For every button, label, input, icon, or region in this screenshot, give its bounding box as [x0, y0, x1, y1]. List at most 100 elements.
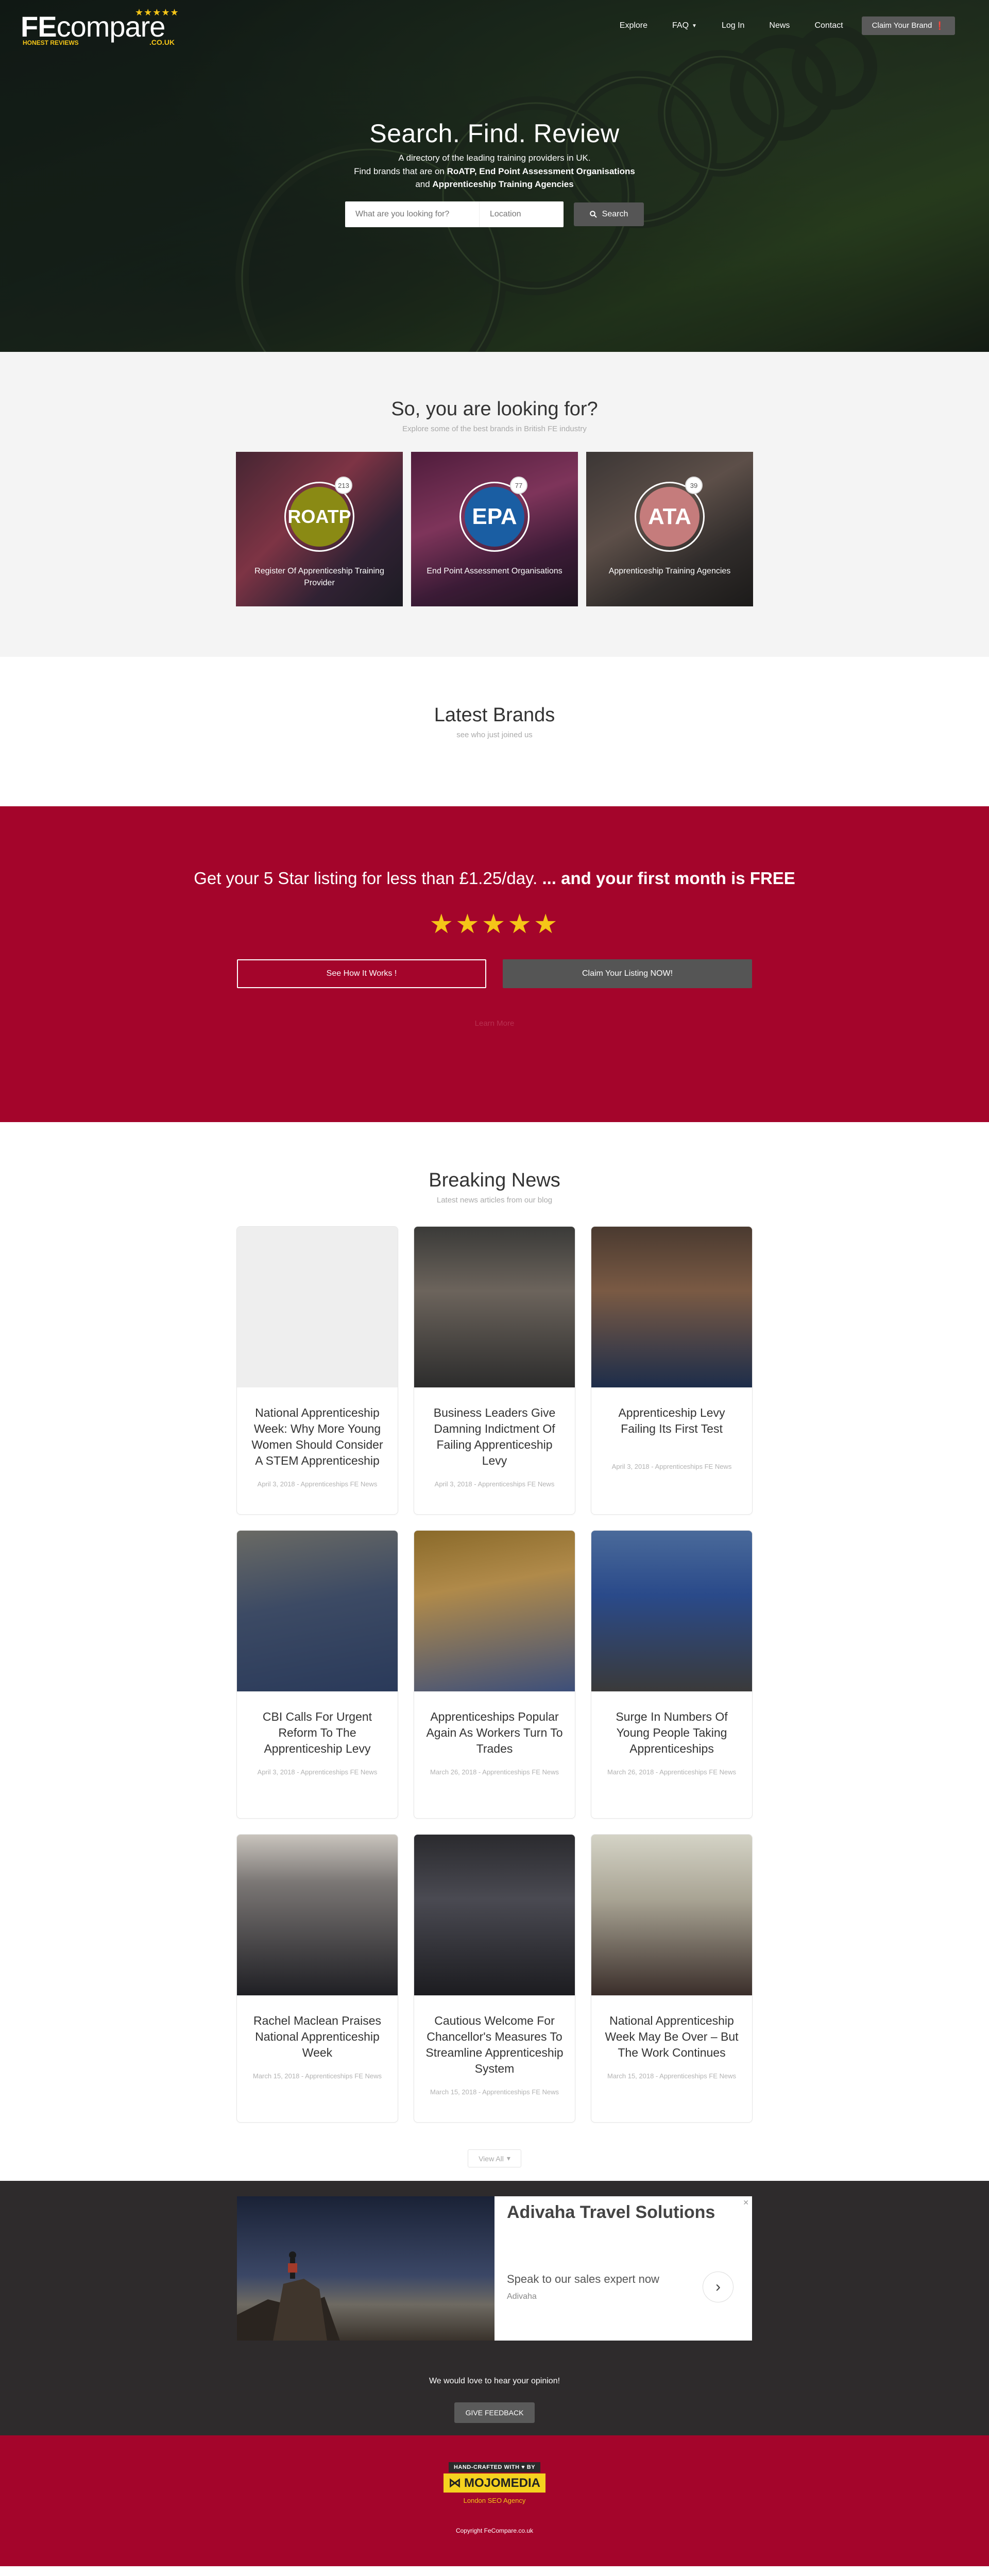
news-image — [591, 1531, 752, 1691]
ad-feedback-section: Adivaha Travel Solutions Speak to our sa… — [0, 2181, 989, 2435]
cta-buttons: See How It Works ! Claim Your Listing NO… — [0, 959, 989, 988]
claim-listing-button[interactable]: Claim Your Listing NOW! — [503, 959, 752, 988]
news-image — [237, 1531, 398, 1691]
news-image — [237, 1835, 398, 1995]
agency-link[interactable]: London SEO Agency — [0, 2497, 989, 2504]
news-meta: March 15, 2018 - Apprenticeships FE News — [430, 2088, 559, 2096]
chevron-right-icon[interactable]: › — [703, 2272, 734, 2302]
ad-brand: Adivaha — [507, 2292, 537, 2301]
handcrafted-label: HAND-CRAFTED WITH ♥ BY — [448, 2462, 541, 2472]
news-subtitle: Latest news articles from our blog — [436, 1196, 553, 1205]
search-input[interactable] — [345, 201, 479, 227]
top-navigation-bar: FEcompare ★★★★★ HONEST REVIEWS .CO.UK Ex… — [0, 0, 989, 52]
logo-domain: .CO.UK — [149, 38, 175, 46]
news-grid: National Apprenticeship Week: Why More Y… — [0, 1226, 989, 2123]
news-card[interactable]: Surge In Numbers Of Young People Taking … — [591, 1530, 753, 1819]
category-card-roatp[interactable]: ROATP 213 Register Of Apprenticeship Tra… — [236, 452, 403, 606]
news-card[interactable]: Rachel Maclean Praises National Apprenti… — [236, 1834, 398, 2123]
news-title-link[interactable]: Business Leaders Give Damning Indictment… — [425, 1405, 564, 1469]
news-image — [237, 1227, 398, 1387]
listing-cta-section: Get your 5 Star listing for less than £1… — [0, 806, 989, 1122]
mojo-wordmark: MOJOMEDIA — [464, 2476, 540, 2490]
news-card[interactable]: Business Leaders Give Damning Indictment… — [414, 1226, 575, 1515]
hero-line-3-bold: Apprenticeship Training Agencies — [432, 179, 574, 189]
news-card[interactable]: Apprenticeships Popular Again As Workers… — [414, 1530, 575, 1819]
hero-section: FEcompare ★★★★★ HONEST REVIEWS .CO.UK Ex… — [0, 0, 989, 352]
view-all-button[interactable]: View All ▾ — [468, 2149, 521, 2167]
news-image — [414, 1227, 575, 1387]
news-title-link[interactable]: Surge In Numbers Of Young People Taking … — [603, 1709, 741, 1757]
news-card[interactable]: National Apprenticeship Week: Why More Y… — [236, 1226, 398, 1515]
nav-news[interactable]: News — [757, 17, 802, 35]
category-count: 77 — [510, 477, 527, 494]
claim-brand-button[interactable]: Claim Your Brand ❗ — [861, 16, 955, 35]
chevron-down-icon: ▾ — [506, 2154, 510, 2162]
ad-body: Adivaha Travel Solutions Speak to our sa… — [494, 2196, 752, 2341]
news-card[interactable]: Cautious Welcome For Chancellor's Measur… — [414, 1834, 575, 2123]
search-button[interactable]: Search — [574, 202, 644, 226]
category-count: 213 — [335, 477, 352, 494]
news-card[interactable]: CBI Calls For Urgent Reform To The Appre… — [236, 1530, 398, 1819]
cta-learn-more-link[interactable]: Learn More — [0, 1019, 989, 1028]
ad-landscape-illustration — [237, 2251, 340, 2341]
site-footer: HAND-CRAFTED WITH ♥ BY ⋈ MOJOMEDIA London… — [0, 2435, 989, 2566]
category-abbr: EPA — [465, 487, 524, 547]
news-image — [414, 1531, 575, 1691]
news-meta: March 26, 2018 - Apprenticeships FE News — [607, 1768, 736, 1776]
ad-title: Adivaha Travel Solutions — [507, 2202, 715, 2222]
hero-line-2-bold: RoATP, End Point Assessment Organisation… — [447, 166, 635, 176]
category-label: Apprenticeship Training Agencies — [608, 567, 731, 575]
hero-line-3-prefix: and — [415, 179, 433, 189]
category-label: Register Of Apprenticeship Training Prov… — [254, 567, 384, 588]
give-feedback-button[interactable]: GIVE FEEDBACK — [454, 2402, 535, 2423]
advertisement-banner[interactable]: Adivaha Travel Solutions Speak to our sa… — [237, 2196, 752, 2341]
hero-line-2-prefix: Find brands that are on — [354, 166, 447, 176]
breaking-news-section: Breaking News Latest news articles from … — [0, 1122, 989, 2181]
latest-brands-subtitle: see who just joined us — [456, 731, 533, 739]
site-logo[interactable]: FEcompare ★★★★★ HONEST REVIEWS .CO.UK — [21, 7, 185, 46]
news-card[interactable]: Apprenticeship Levy Failing Its First Te… — [591, 1226, 753, 1515]
category-list: ROATP 213 Register Of Apprenticeship Tra… — [0, 452, 989, 606]
view-all-label: View All — [479, 2154, 504, 2163]
ad-text: Speak to our sales expert now — [507, 2273, 659, 2285]
mojo-mark-icon: ⋈ — [448, 2476, 461, 2490]
news-image — [591, 1227, 752, 1387]
cta-title-part1: Get your 5 Star listing for less than £1… — [194, 869, 542, 888]
news-image — [591, 1835, 752, 1995]
exclamation-icon: ❗ — [935, 22, 945, 30]
categories-subtitle: Explore some of the best brands in Briti… — [402, 425, 587, 433]
category-abbr: ROATP — [287, 487, 351, 547]
news-title-link[interactable]: Apprenticeships Popular Again As Workers… — [425, 1709, 564, 1757]
news-card[interactable]: National Apprenticeship Week May Be Over… — [591, 1834, 753, 2123]
news-meta: April 3, 2018 - Apprenticeships FE News — [257, 1768, 378, 1776]
feedback-text: We would love to hear your opinion! — [429, 2377, 560, 2385]
news-title-link[interactable]: Rachel Maclean Praises National Apprenti… — [248, 2013, 386, 2061]
news-title-link[interactable]: Cautious Welcome For Chancellor's Measur… — [425, 2013, 564, 2077]
news-title-link[interactable]: CBI Calls For Urgent Reform To The Appre… — [248, 1709, 386, 1757]
nav-contact[interactable]: Contact — [802, 17, 855, 35]
news-title-link[interactable]: National Apprenticeship Week May Be Over… — [603, 2013, 741, 2061]
news-title-link[interactable]: Apprenticeship Levy Failing Its First Te… — [603, 1405, 741, 1451]
location-input[interactable] — [479, 201, 564, 227]
hero-line-1: A directory of the leading training prov… — [398, 153, 591, 163]
logo-stars-icon: ★★★★★ — [135, 7, 179, 18]
ad-close-icon[interactable]: ✕ — [743, 2198, 749, 2207]
categories-section: So, you are looking for? Explore some of… — [0, 352, 989, 657]
news-meta: April 3, 2018 - Apprenticeships FE News — [257, 1480, 378, 1488]
cta-title-part2: ... and your first month is FREE — [542, 869, 795, 888]
hero-content: Search. Find. Review A directory of the … — [0, 118, 989, 227]
news-title: Breaking News — [429, 1170, 560, 1191]
see-how-it-works-button[interactable]: See How It Works ! — [237, 959, 486, 988]
news-title-link[interactable]: National Apprenticeship Week: Why More Y… — [248, 1405, 386, 1469]
category-card-ata[interactable]: ATA 39 Apprenticeship Training Agencies — [586, 452, 753, 606]
category-card-epa[interactable]: EPA 77 End Point Assessment Organisation… — [411, 452, 578, 606]
nav-login[interactable]: Log In — [709, 17, 757, 35]
caret-down-icon: ▼ — [692, 23, 697, 29]
mojomedia-logo[interactable]: ⋈ MOJOMEDIA — [443, 2473, 545, 2493]
claim-brand-label: Claim Your Brand — [872, 21, 932, 30]
search-icon — [589, 210, 597, 218]
nav-faq[interactable]: FAQ ▼ — [660, 17, 709, 35]
nav-explore[interactable]: Explore — [607, 17, 660, 35]
latest-brands-title: Latest Brands — [434, 704, 555, 726]
feedback-wrap: GIVE FEEDBACK — [0, 2402, 989, 2423]
